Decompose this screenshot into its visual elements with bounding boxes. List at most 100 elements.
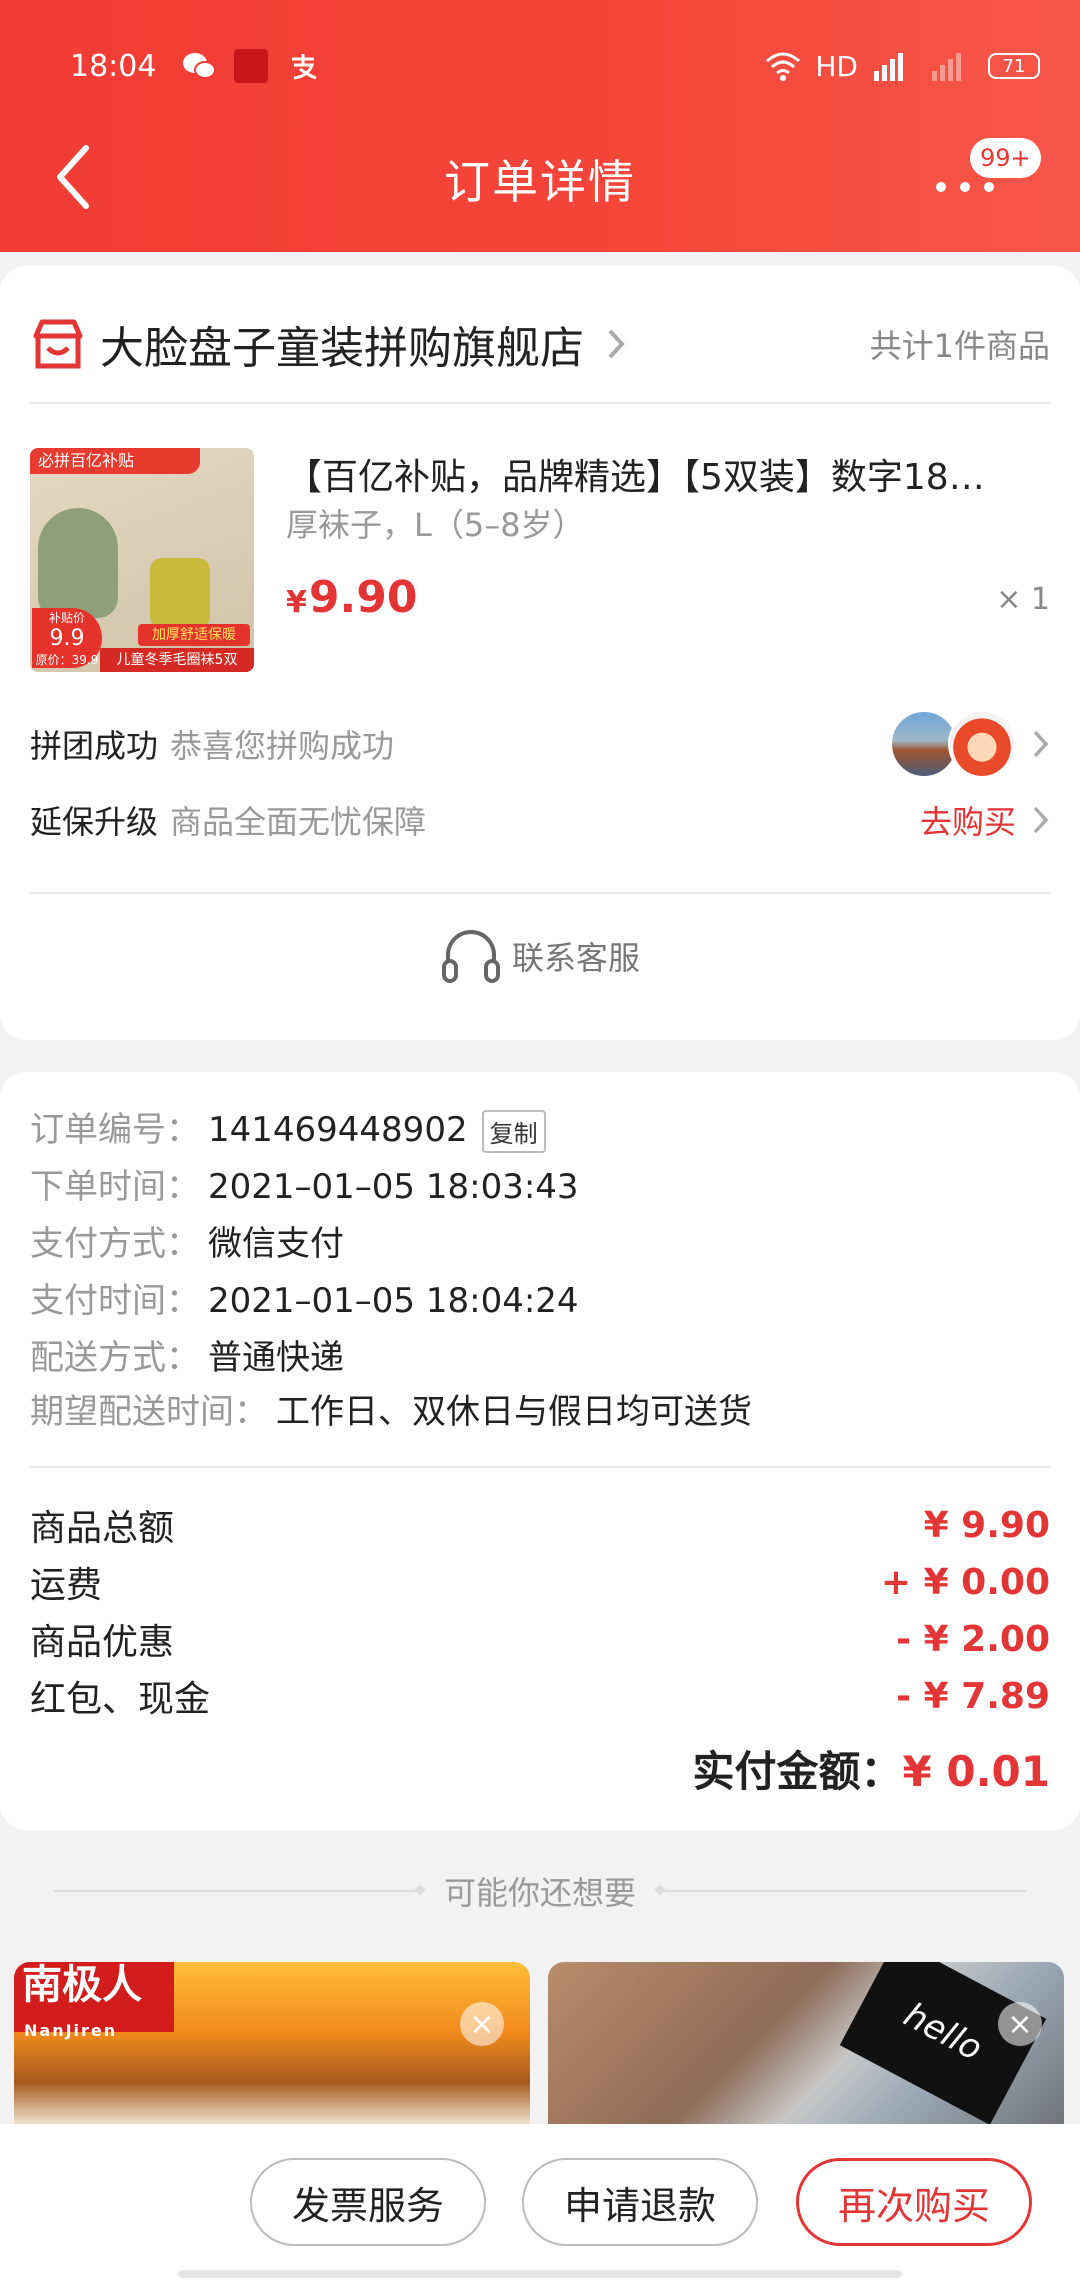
headset-icon (441, 930, 500, 983)
pay-time: 2021–01–05 18:04:24 (208, 1281, 579, 1321)
chevron-right-icon (1033, 806, 1049, 834)
product-quantity: × 1 (996, 582, 1050, 617)
sock-shape (150, 558, 210, 628)
invoice-service-button[interactable]: 发票服务 (250, 2158, 486, 2246)
wechat-icon (182, 51, 217, 81)
order-info-card: 订单编号： 141469448902 复制 下单时间： 2021–01–05 18:0… (0, 1072, 1080, 1830)
divider (30, 892, 1050, 894)
signal-2-icon (932, 53, 961, 81)
ship-method-label: 配送方式： (30, 1338, 200, 1378)
contact-service-label: 联系客服 (511, 939, 640, 977)
item-count: 共计1件商品 (869, 327, 1050, 365)
order-product-card: 大脸盘子童装拼购旗舰店 共计1件商品 必拼百亿补贴 补贴价 9.9 原价：39.… (0, 266, 1080, 1040)
pay-method: 微信支付 (208, 1224, 344, 1264)
store-name: 大脸盘子童装拼购旗舰店 (100, 323, 584, 374)
image-banner-top: 加厚舒适保暖 (138, 624, 250, 646)
warranty-sub: 商品全面无忧保障 (170, 803, 427, 841)
redpack-row: 红包、现金 - ¥ 7.89 (30, 1671, 1050, 1721)
page-title: 订单详情 (444, 155, 636, 209)
ship-method: 普通快递 (208, 1338, 344, 1378)
freight-amount: + ¥ 0.00 (880, 1561, 1050, 1603)
discount-row: 商品优惠 - ¥ 2.00 (30, 1614, 1050, 1664)
discount-label: 商品优惠 (30, 1622, 175, 1663)
expect-time: 工作日、双休日与假日均可送货 (276, 1392, 752, 1432)
brand-logo-text: 南极人 (22, 1962, 142, 2008)
chevron-right-icon (608, 329, 625, 359)
header: 18:04 HD 71 订单详情 99+ (0, 0, 1080, 252)
subsidy-tag: 必拼百亿补贴 (30, 448, 200, 474)
order-time: 2021–01–05 18:03:43 (208, 1167, 579, 1207)
redpack-label: 红包、现金 (30, 1679, 211, 1720)
close-icon[interactable]: × (460, 2002, 504, 2046)
image-price-label: 补贴价 (48, 610, 85, 625)
order-number-label: 订单编号： (30, 1110, 200, 1150)
expect-time-line: 期望配送时间： 工作日、双休日与假日均可送货 (30, 1384, 752, 1433)
home-indicator[interactable] (178, 2270, 902, 2278)
price-value: 9.90 (308, 572, 418, 623)
store-row[interactable]: 大脸盘子童装拼购旗舰店 共计1件商品 (30, 306, 1050, 382)
discount-amount: - ¥ 2.00 (896, 1618, 1050, 1660)
copy-button[interactable]: 复制 (481, 1110, 546, 1153)
pay-method-line: 支付方式： 微信支付 (30, 1216, 344, 1265)
store-icon (33, 319, 83, 369)
network-label: HD (815, 49, 858, 83)
order-number-line: 订单编号： 141469448902 复制 (30, 1102, 546, 1153)
divider (30, 402, 1050, 404)
pay-time-line: 支付时间： 2021–01–05 18:04:24 (30, 1273, 579, 1322)
sock-shape (38, 508, 118, 618)
rebuy-button[interactable]: 再次购买 (796, 2158, 1032, 2246)
bottom-action-bar: 发票服务 申请退款 再次购买 (0, 2124, 1080, 2280)
divider (54, 1890, 420, 1892)
status-right: HD 71 (765, 50, 1040, 83)
brand-logo-en: NanJiren (24, 2021, 118, 2040)
close-icon[interactable]: × (998, 2002, 1042, 2046)
image-price-original: 原价：39.9 (35, 652, 99, 667)
alipay-icon (286, 51, 320, 81)
image-banner-bottom: 儿童冬季毛圈袜5双 (100, 648, 254, 672)
total-amount: ¥ 0.01 (902, 1747, 1050, 1796)
image-price-badge: 补贴价 9.9 原价：39.9 (32, 608, 102, 668)
chevron-right-icon (1033, 730, 1049, 758)
app-notification-icon (234, 49, 269, 83)
order-number: 141469448902 (208, 1110, 468, 1150)
battery-icon: 71 (988, 53, 1040, 79)
divider (30, 1466, 1050, 1468)
wifi-icon (766, 52, 801, 81)
buy-warranty-link[interactable]: 去购买 (920, 797, 1016, 843)
group-buy-row[interactable]: 拼团成功 恭喜您拼购成功 (30, 710, 1050, 778)
freight-label: 运费 (30, 1565, 103, 1606)
warranty-row[interactable]: 延保升级 商品全面无忧保障 去购买 (30, 792, 1050, 848)
pay-method-label: 支付方式： (30, 1224, 200, 1264)
goods-amount: ¥ 9.90 (923, 1504, 1050, 1546)
order-time-label: 下单时间： (30, 1167, 200, 1207)
price-symbol: ¥ (286, 585, 307, 620)
goods-amount-row: 商品总额 ¥ 9.90 (30, 1500, 1050, 1550)
product-image[interactable]: 必拼百亿补贴 补贴价 9.9 原价：39.9 加厚舒适保暖 儿童冬季毛圈袜5双 (30, 448, 254, 672)
pay-time-label: 支付时间： (30, 1281, 200, 1321)
message-badge[interactable]: 99+ (970, 138, 1041, 178)
recommend-title: 可能你还想要 (30, 1866, 1050, 1916)
recommend-title-text: 可能你还想要 (444, 1874, 637, 1912)
freight-row: 运费 + ¥ 0.00 (30, 1557, 1050, 1607)
product-title[interactable]: 【百亿补贴，品牌精选】【5双装】数字18… (286, 448, 1056, 500)
avatar (948, 710, 1016, 778)
product-spec: 厚袜子，L（5–8岁） (286, 506, 585, 544)
order-time-line: 下单时间： 2021–01–05 18:03:43 (30, 1159, 579, 1208)
contact-service-button[interactable]: 联系客服 (0, 926, 1080, 986)
refund-button[interactable]: 申请退款 (522, 2158, 758, 2246)
product-price: ¥9.90 (286, 572, 417, 623)
status-bar: 18:04 HD 71 (70, 44, 1040, 88)
group-avatars (890, 710, 1016, 778)
divider (660, 1890, 1027, 1892)
ship-method-line: 配送方式： 普通快递 (30, 1330, 344, 1379)
redpack-amount: - ¥ 7.89 (896, 1675, 1050, 1717)
total-label: 实付金额： (692, 1747, 903, 1796)
total-row: 实付金额：¥ 0.01 (693, 1738, 1051, 1799)
warranty-label: 延保升级 (30, 803, 159, 841)
brand-logo: 南极人 NanJiren (14, 1962, 174, 2040)
expect-time-label: 期望配送时间： (30, 1392, 268, 1432)
signal-icon (874, 53, 903, 81)
status-time: 18:04 (70, 48, 157, 84)
goods-amount-label: 商品总额 (30, 1508, 175, 1549)
group-buy-sub: 恭喜您拼购成功 (170, 727, 395, 765)
